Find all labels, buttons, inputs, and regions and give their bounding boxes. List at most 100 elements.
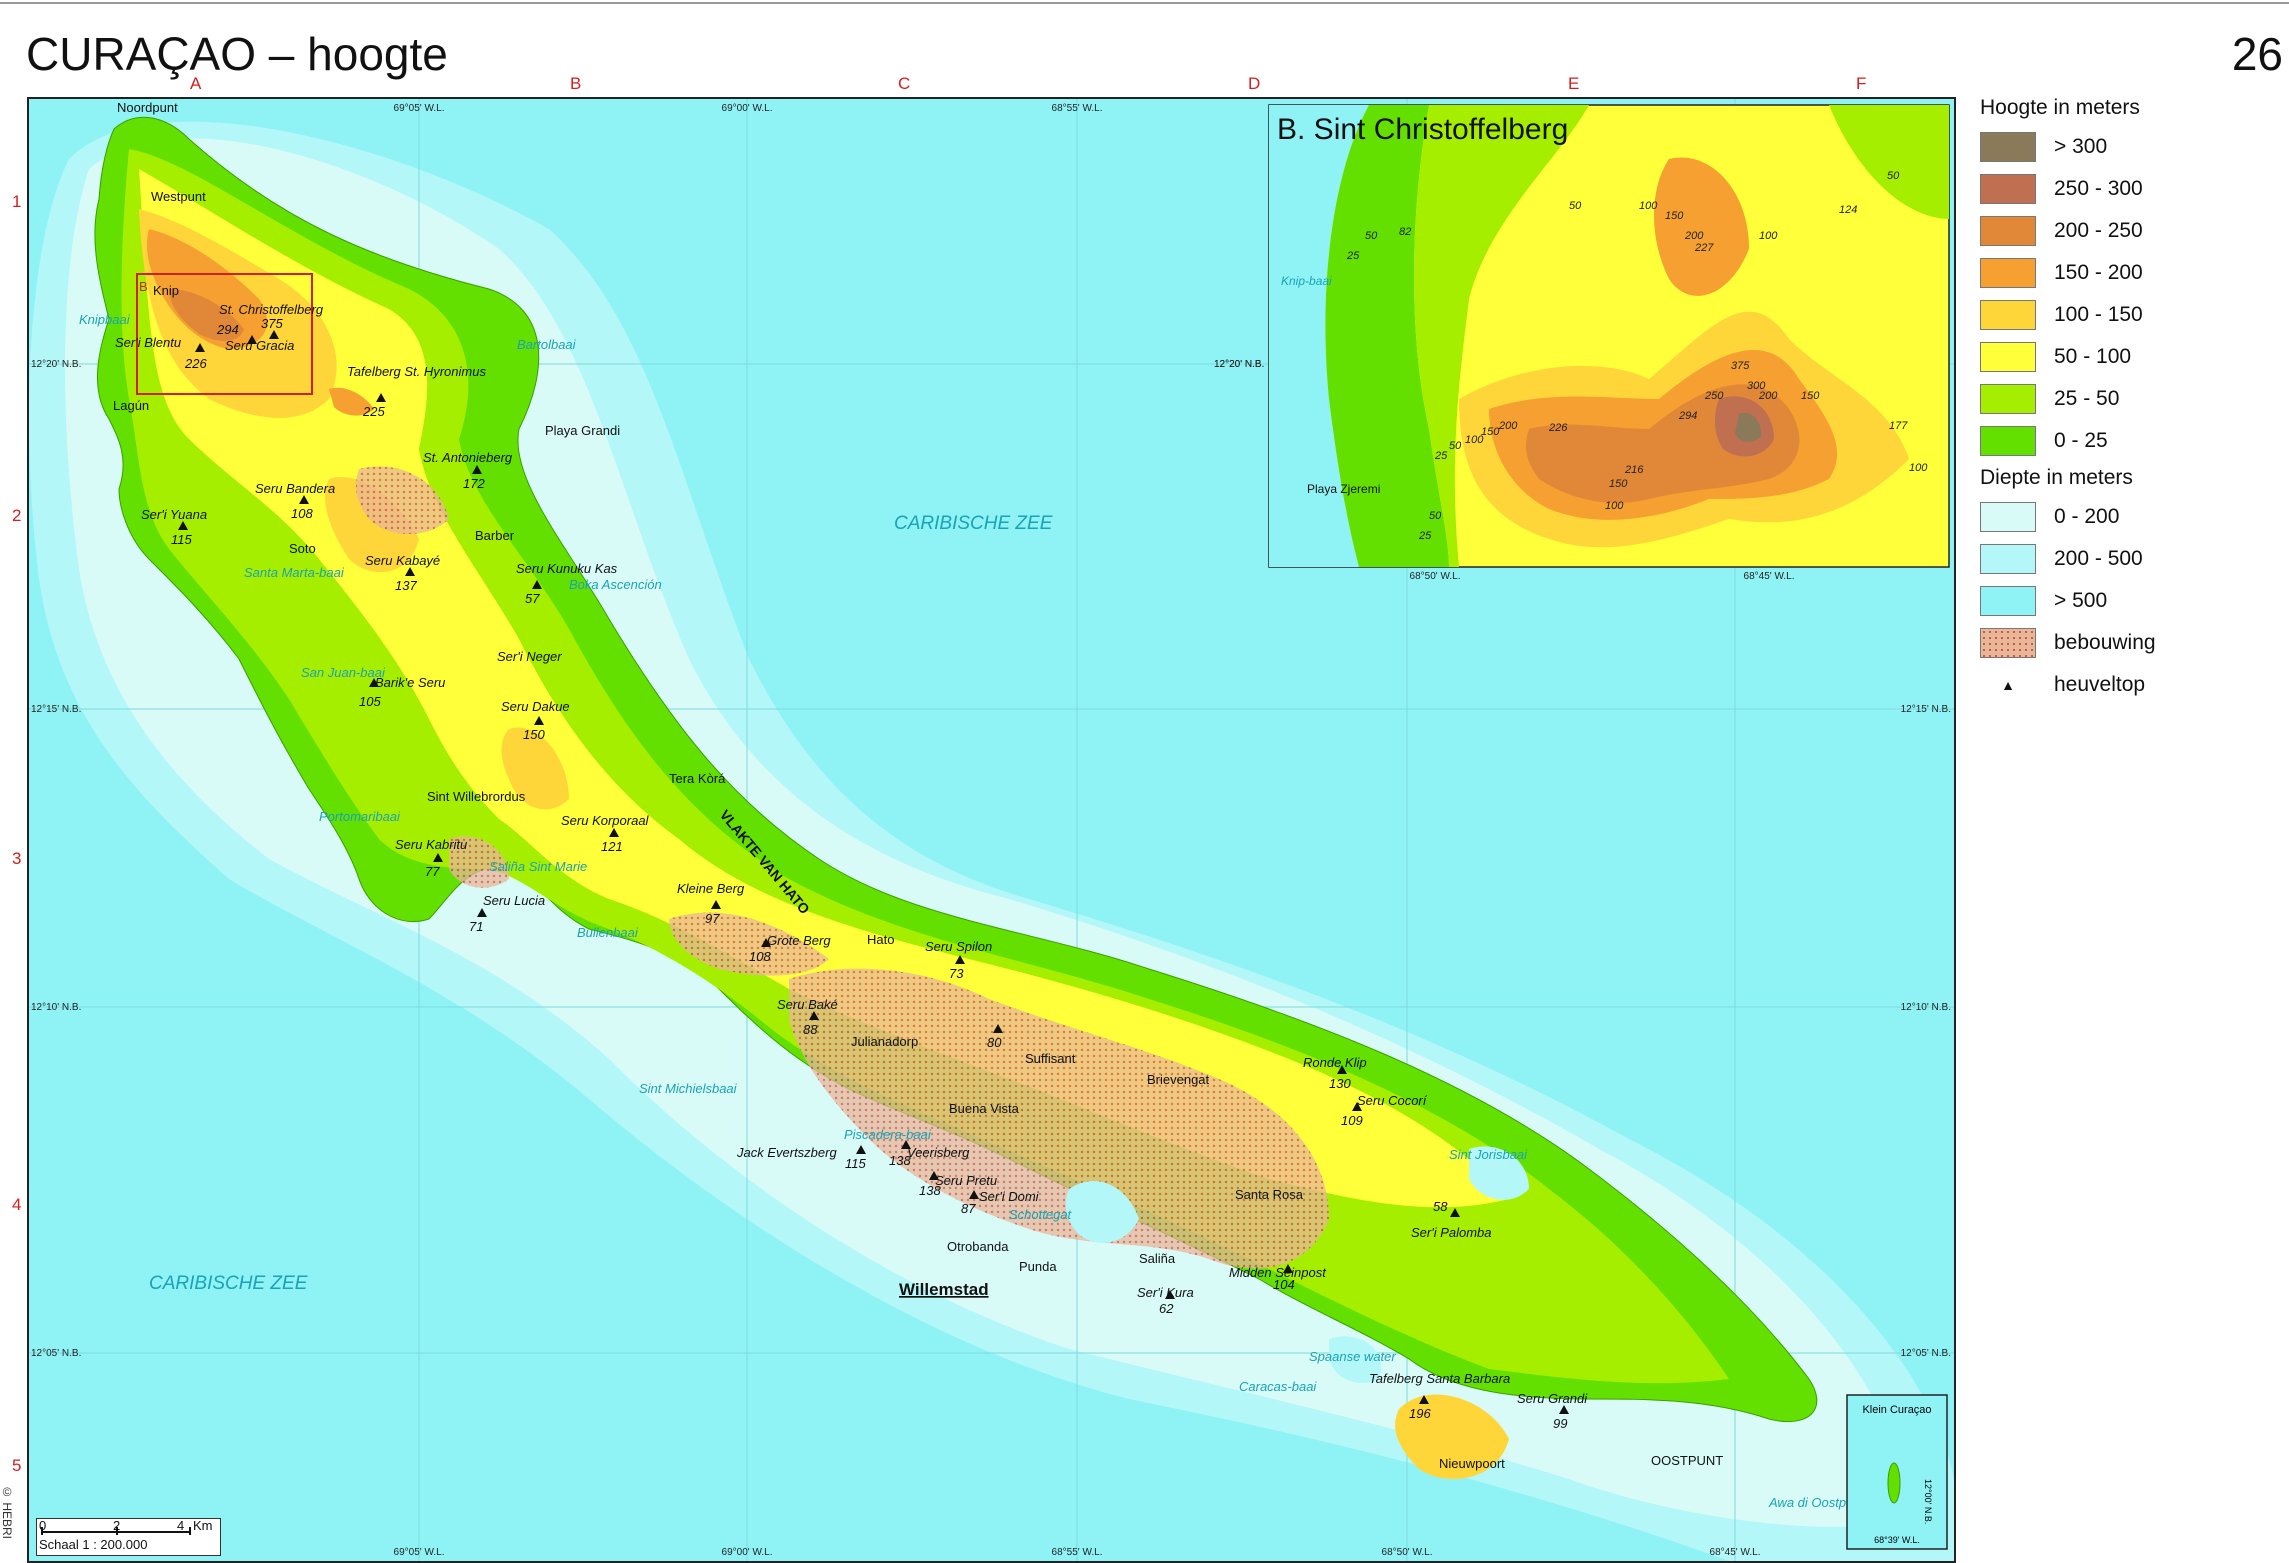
legend-label: 200 - 500 [2054, 547, 2143, 570]
legend-item-height: 150 - 200 [1980, 252, 2280, 294]
svg-text:Seru Kabayé: Seru Kabayé [365, 553, 440, 568]
svg-text:62: 62 [1159, 1301, 1174, 1316]
svg-text:St. Antonieberg: St. Antonieberg [423, 450, 513, 465]
legend-item-height: 25 - 50 [1980, 378, 2280, 420]
contour-label: 50 [1887, 170, 1900, 182]
svg-text:Veerisberg: Veerisberg [907, 1145, 970, 1160]
legend-item-height: 100 - 150 [1980, 294, 2280, 336]
legend-swatch [1980, 544, 2036, 574]
page-title: CURAÇAO – hoogte [26, 28, 448, 80]
svg-text:108: 108 [749, 949, 771, 964]
water-label-san-juan: San Juan-baai [301, 665, 386, 680]
copyright: © HEBRI [0, 1485, 14, 1540]
inset-coord-left: 12°20' N.B. [1214, 359, 1264, 370]
svg-text:138: 138 [919, 1183, 941, 1198]
inset-bay-label: Knip-baai [1281, 274, 1332, 288]
contour-label: 294 [1678, 410, 1697, 422]
place-hato: Hato [867, 932, 894, 947]
water-label-salina-sint-marie: Saliña Sint Marie [489, 859, 587, 874]
top-rule [0, 2, 2289, 4]
place-soto: Soto [289, 541, 316, 556]
grid-column-f: F [1856, 74, 1867, 93]
place-westpunt: Westpunt [151, 189, 206, 204]
svg-text:Seru Baké: Seru Baké [777, 997, 838, 1012]
svg-text:Seru Bandera: Seru Bandera [255, 481, 335, 496]
legend-label: 50 - 100 [2054, 345, 2132, 368]
contour-label: 82 [1399, 226, 1411, 238]
peak-seri-palomba: Ser'i Palomba [1411, 1225, 1492, 1240]
contour-label: 200 [1498, 420, 1518, 432]
scale-tick-4: 4 [177, 1518, 185, 1533]
main-map[interactable]: B 69°05' W.L. 69°00' W.L. 68°55' W.L. 69… [27, 97, 1956, 1563]
contour-label: 216 [1624, 464, 1644, 476]
svg-text:375: 375 [261, 316, 283, 331]
legend-swatch [1980, 384, 2036, 414]
water-label-bullenbaai: Bullenbaai [577, 925, 639, 940]
contour-label: 227 [1694, 242, 1714, 254]
legend-label: > 300 [2054, 135, 2108, 158]
svg-text:Ser'i Yuana: Ser'i Yuana [141, 507, 207, 522]
coord-bottom-5: 68°45' W.L. [1710, 1547, 1761, 1558]
svg-text:87: 87 [961, 1201, 976, 1216]
contour-label: 150 [1665, 210, 1684, 222]
coord-right-1: 12°15' N.B. [1901, 704, 1951, 715]
legend-item-height: 200 - 250 [1980, 210, 2280, 252]
grid-column-a: A [190, 74, 202, 93]
svg-text:130: 130 [1329, 1076, 1351, 1091]
place-buena-vista: Buena Vista [949, 1101, 1020, 1116]
peak-triangle-icon: ▲ [2001, 677, 2015, 693]
svg-text:Seru Spilon: Seru Spilon [925, 939, 992, 954]
legend-label: heuveltop [2054, 673, 2146, 696]
place-otrobanda: Otrobanda [947, 1239, 1009, 1254]
legend-label: bebouwing [2054, 631, 2156, 654]
contour-label: 100 [1909, 462, 1928, 474]
place-sint-willebrordus: Sint Willebrordus [427, 789, 526, 804]
place-nieuwpoort: Nieuwpoort [1439, 1456, 1505, 1471]
legend-swatch [1980, 174, 2036, 204]
contour-label: 50 [1569, 200, 1582, 212]
coord-top-1: 69°05' W.L. [394, 103, 445, 114]
scale-unit: Km [193, 1518, 213, 1533]
water-label-caracasbaai: Caracas-baai [1239, 1379, 1317, 1394]
contour-label: 124 [1839, 204, 1857, 216]
svg-text:71: 71 [469, 919, 483, 934]
svg-text:108: 108 [291, 506, 313, 521]
place-knip: Knip [153, 283, 179, 298]
svg-text:Seru Kabritu: Seru Kabritu [395, 837, 467, 852]
legend-swatch [1980, 300, 2036, 330]
place-noordpunt: Noordpunt [117, 100, 178, 115]
legend-swatch [1980, 502, 2036, 532]
svg-text:115: 115 [845, 1156, 866, 1171]
grid-row-1: 1 [12, 192, 22, 211]
legend-label: 0 - 200 [2054, 505, 2120, 528]
place-suffisant: Suffisant [1025, 1051, 1076, 1066]
contour-label: 200 [1758, 390, 1778, 402]
place-barber: Barber [475, 528, 515, 543]
contour-label: 50 [1429, 510, 1442, 522]
water-label-santa-marta: Santa Marta-baai [244, 565, 345, 580]
inset-sint-christoffelberg: B. Sint Christoffelberg Knip-baai Playa … [1214, 104, 1950, 582]
legend-swatch [1980, 216, 2036, 246]
sea-label-north: CARIBISCHE ZEE [894, 513, 1053, 534]
svg-text:109: 109 [1341, 1113, 1363, 1128]
grid-column-e: E [1568, 74, 1580, 93]
coord-left-4: 12°05' N.B. [31, 1348, 81, 1359]
contour-label: 250 [1704, 390, 1724, 402]
water-label-sint-jorisbaai: Sint Jorisbaai [1449, 1147, 1528, 1162]
legend-label: 250 - 300 [2054, 177, 2143, 200]
svg-text:Seru Cocorí: Seru Cocorí [1357, 1093, 1428, 1108]
grid-column-d: D [1248, 74, 1261, 93]
legend: Hoogte in meters > 300 250 - 300 200 - 2… [1980, 94, 2280, 706]
svg-text:Tafelberg St. Hyronimus: Tafelberg St. Hyronimus [347, 364, 486, 379]
water-label-boka-ascencion: Boka Ascención [569, 577, 662, 592]
svg-text:105: 105 [359, 694, 381, 709]
legend-depth-heading: Diepte in meters [1980, 466, 2133, 489]
legend-item-height: 50 - 100 [1980, 336, 2280, 378]
contour-label: 226 [1548, 422, 1568, 434]
coord-bottom-3: 68°55' W.L. [1052, 1547, 1103, 1558]
contour-label: 25 [1418, 530, 1432, 542]
water-label-spaanse-water: Spaanse water [1309, 1349, 1396, 1364]
page-number: 26 [2231, 28, 2283, 80]
legend-item-depth: 200 - 500 [1980, 538, 2280, 580]
svg-text:172: 172 [463, 476, 485, 491]
